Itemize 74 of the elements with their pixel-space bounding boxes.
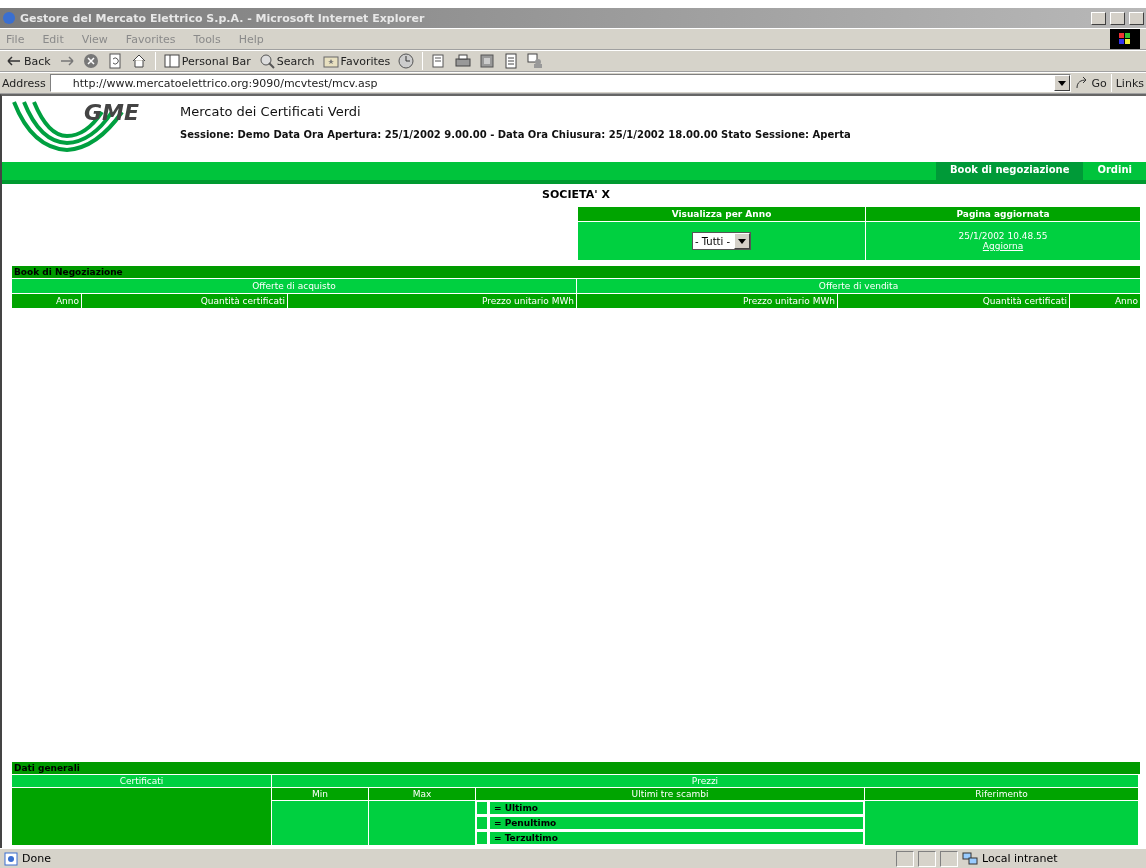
column-header: Ultimi tre scambi — [476, 788, 864, 800]
page-title: Mercato dei Certificati Verdi — [180, 104, 362, 119]
network-icon — [962, 851, 978, 866]
printer-icon[interactable] — [455, 53, 472, 69]
status-pane — [896, 850, 914, 867]
column-header: Certificati — [12, 775, 271, 787]
nav-tab[interactable]: Ordini — [1083, 162, 1146, 180]
trade-label: = Terzultimo — [489, 831, 864, 845]
restore-button[interactable] — [1110, 11, 1125, 25]
discuss-icon[interactable] — [527, 53, 544, 69]
section-title: Dati generali — [12, 762, 1140, 774]
section-title: Book di Negoziazione — [12, 266, 1140, 278]
nav-tab[interactable]: Book di negoziazione — [935, 162, 1084, 180]
column-header: Anno — [1070, 294, 1140, 308]
zone-text: Local intranet — [982, 852, 1059, 865]
dropdown-button[interactable] — [734, 233, 751, 249]
trade-label: = Penultimo — [489, 816, 864, 830]
gme-logo: GME — [12, 98, 152, 158]
minimize-button[interactable] — [1091, 11, 1106, 25]
table-cell — [476, 831, 488, 845]
close-button[interactable] — [1129, 11, 1144, 25]
window-title: Gestore del Mercato Elettrico S.p.A. - Microsoft Internet Explorer — [20, 11, 426, 25]
panel-button[interactable]: Personal Bar — [163, 53, 251, 69]
browser-icon — [2, 11, 16, 25]
document-icon[interactable] — [503, 53, 520, 69]
status-pane — [918, 850, 936, 867]
column-header: Quantità certificati — [82, 294, 287, 308]
back-button[interactable]: Back — [6, 53, 51, 69]
search-button[interactable]: Search — [258, 53, 315, 69]
windows-logo-icon — [1110, 29, 1140, 49]
address-label: Address — [2, 76, 46, 90]
table-cell — [476, 816, 488, 830]
search-icon[interactable] — [258, 53, 275, 69]
trade-label: = Ultimo — [489, 801, 864, 815]
menu-item[interactable]: Edit — [42, 32, 64, 46]
column-header: Pagina aggiornata — [866, 207, 1140, 221]
refresh-icon[interactable] — [106, 53, 123, 69]
menu-item[interactable]: Favorites — [125, 32, 176, 46]
caret-icon — [738, 238, 747, 244]
menu-item[interactable]: File — [6, 32, 25, 46]
favorites-icon[interactable] — [322, 53, 339, 69]
menu-item[interactable]: Tools — [193, 32, 221, 46]
edit-icon[interactable] — [479, 53, 496, 69]
status-pane — [940, 850, 958, 867]
session-info: Sessione: Demo Data Ora Apertura: 25/1/2002 9.00.00 - Data Ora Chiusura: 25/1/2002 18.00.00 Stato Sessione: Aperta — [180, 129, 851, 140]
menu-item[interactable]: View — [81, 32, 108, 46]
updated-time: 25/1/2002 10.48.55 — [958, 231, 1048, 241]
menu-item[interactable]: Help — [238, 32, 264, 46]
column-header: Min — [272, 788, 368, 800]
status-text: Done — [22, 852, 52, 865]
dropdown-button[interactable] — [1054, 75, 1071, 91]
column-header: Visualizza per Anno — [578, 207, 865, 221]
caret-icon — [1058, 80, 1067, 86]
column-header: Quantità certificati — [838, 294, 1069, 308]
column-header: Max — [369, 788, 475, 800]
year-select[interactable]: - Tutti - — [691, 232, 752, 250]
panel-icon[interactable] — [163, 53, 180, 69]
table-cell — [476, 801, 488, 815]
refresh-link[interactable]: Aggiorna — [982, 241, 1024, 251]
history-icon[interactable] — [398, 53, 415, 69]
stop-icon[interactable] — [82, 53, 99, 69]
favorites-button[interactable]: Favorites — [322, 53, 391, 69]
address-field[interactable]: http://www.mercatoelettrico.org:9090/mcvtest/mcv.asp — [49, 74, 1072, 92]
company-name: SOCIETA' X — [541, 187, 611, 203]
column-header: Prezzo unitario MWh — [577, 294, 837, 308]
home-icon[interactable] — [130, 53, 147, 69]
column-header: Prezzo unitario MWh — [288, 294, 576, 308]
group-header: Offerte di acquisto — [12, 279, 576, 293]
column-header: Prezzi — [272, 775, 1138, 787]
go-button[interactable]: Go — [1075, 76, 1107, 90]
links-button[interactable]: Links — [1115, 76, 1144, 90]
group-header: Offerte di vendita — [577, 279, 1140, 293]
column-header: Anno — [12, 294, 81, 308]
column-header: Riferimento — [865, 788, 1138, 800]
